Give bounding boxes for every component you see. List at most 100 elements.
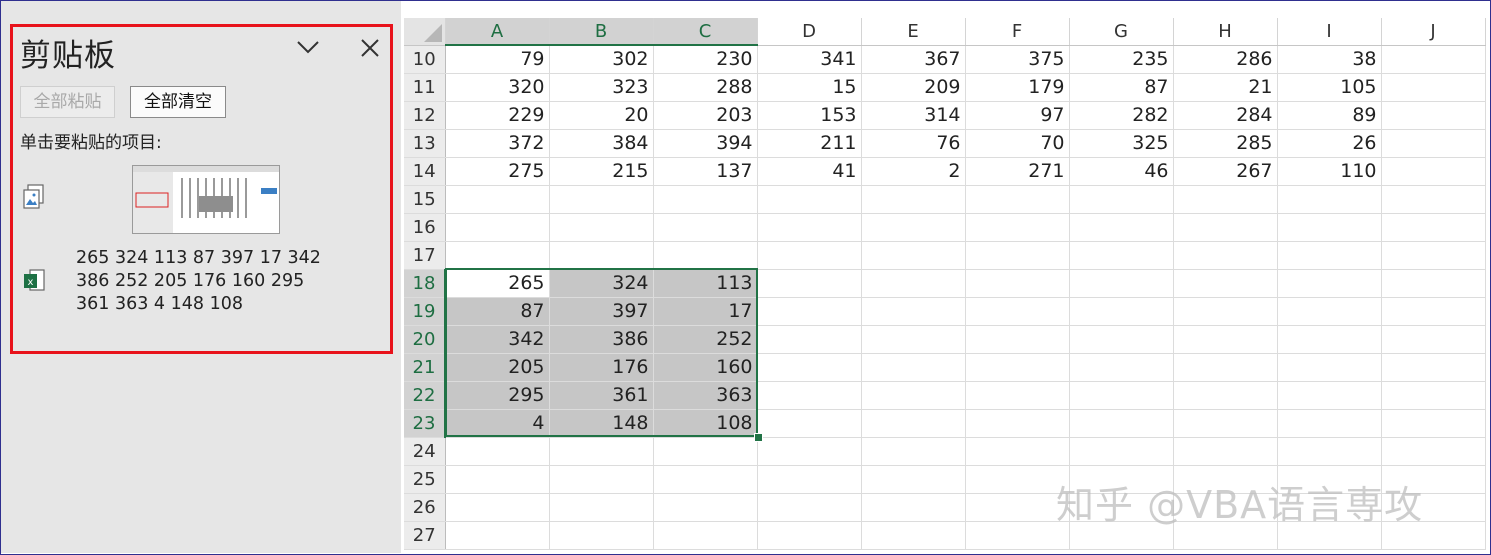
clip-text-item[interactable]: 265 324 113 87 397 17 342 386 252 205 17… xyxy=(76,247,376,316)
cell[interactable] xyxy=(1277,241,1382,270)
row-header[interactable]: 10 xyxy=(404,45,446,74)
row-header[interactable]: 20 xyxy=(404,325,446,354)
cell[interactable]: 252 xyxy=(653,325,758,354)
cell[interactable] xyxy=(653,213,758,242)
cell[interactable] xyxy=(1381,437,1486,466)
cell[interactable]: 295 xyxy=(445,381,550,410)
cell[interactable]: 38 xyxy=(1277,45,1382,74)
column-header[interactable]: H xyxy=(1173,18,1278,46)
cell[interactable] xyxy=(445,185,550,214)
cell[interactable] xyxy=(965,269,1070,298)
cell[interactable] xyxy=(1381,297,1486,326)
column-header[interactable]: D xyxy=(757,18,862,46)
cell[interactable]: 153 xyxy=(757,101,862,130)
cell[interactable] xyxy=(965,409,1070,438)
cell[interactable]: 87 xyxy=(445,297,550,326)
cell[interactable] xyxy=(549,241,654,270)
cell[interactable]: 105 xyxy=(1277,73,1382,102)
cell[interactable]: 41 xyxy=(757,157,862,186)
row-header[interactable]: 14 xyxy=(404,157,446,186)
cell[interactable] xyxy=(1381,353,1486,382)
cell[interactable] xyxy=(861,381,966,410)
cell[interactable]: 230 xyxy=(653,45,758,74)
cell[interactable]: 286 xyxy=(1173,45,1278,74)
cell[interactable]: 179 xyxy=(965,73,1070,102)
fill-handle[interactable] xyxy=(754,433,763,442)
cell[interactable] xyxy=(757,241,862,270)
cell[interactable]: 384 xyxy=(549,129,654,158)
row-header[interactable]: 27 xyxy=(404,521,446,550)
cell[interactable] xyxy=(965,213,1070,242)
cell[interactable]: 20 xyxy=(549,101,654,130)
cell[interactable] xyxy=(445,437,550,466)
column-header[interactable]: J xyxy=(1381,18,1486,46)
cell[interactable] xyxy=(1381,381,1486,410)
row-header[interactable]: 22 xyxy=(404,381,446,410)
cell[interactable]: 87 xyxy=(1069,73,1174,102)
cell[interactable]: 70 xyxy=(965,129,1070,158)
cell[interactable]: 324 xyxy=(549,269,654,298)
cell[interactable] xyxy=(1069,213,1174,242)
cell[interactable]: 89 xyxy=(1277,101,1382,130)
cell[interactable] xyxy=(549,185,654,214)
cell[interactable] xyxy=(653,465,758,494)
cell[interactable]: 386 xyxy=(549,325,654,354)
cell[interactable] xyxy=(1381,241,1486,270)
cell[interactable] xyxy=(549,521,654,550)
cell[interactable]: 367 xyxy=(861,45,966,74)
row-header[interactable]: 17 xyxy=(404,241,446,270)
row-header[interactable]: 18 xyxy=(404,269,446,298)
column-header[interactable]: E xyxy=(861,18,966,46)
clip-thumbnail[interactable] xyxy=(132,165,280,234)
cell[interactable]: 76 xyxy=(861,129,966,158)
cell[interactable] xyxy=(1277,409,1382,438)
cell[interactable] xyxy=(653,437,758,466)
column-header[interactable]: A xyxy=(445,18,550,46)
cell[interactable]: 284 xyxy=(1173,101,1278,130)
cell[interactable] xyxy=(861,465,966,494)
cell[interactable] xyxy=(1069,269,1174,298)
cell[interactable] xyxy=(861,241,966,270)
select-all-corner[interactable] xyxy=(404,18,446,46)
cell[interactable] xyxy=(1381,213,1486,242)
cell[interactable]: 113 xyxy=(653,269,758,298)
cell[interactable]: 209 xyxy=(861,73,966,102)
cell[interactable]: 137 xyxy=(653,157,758,186)
clear-all-button[interactable]: 全部清空 xyxy=(130,86,226,118)
cell[interactable] xyxy=(653,493,758,522)
cell[interactable] xyxy=(965,185,1070,214)
cell[interactable]: 394 xyxy=(653,129,758,158)
cell[interactable] xyxy=(1277,297,1382,326)
paste-all-button[interactable]: 全部粘贴 xyxy=(20,86,115,118)
cell[interactable] xyxy=(965,381,1070,410)
cell[interactable] xyxy=(1173,297,1278,326)
row-header[interactable]: 26 xyxy=(404,493,446,522)
cell[interactable] xyxy=(861,493,966,522)
cell[interactable] xyxy=(549,493,654,522)
cell[interactable]: 302 xyxy=(549,45,654,74)
cell[interactable] xyxy=(445,465,550,494)
cell[interactable] xyxy=(1173,437,1278,466)
cell[interactable] xyxy=(1173,241,1278,270)
cell[interactable] xyxy=(757,493,862,522)
cell[interactable] xyxy=(1069,381,1174,410)
cell[interactable]: 26 xyxy=(1277,129,1382,158)
cell[interactable] xyxy=(1069,241,1174,270)
cell[interactable]: 110 xyxy=(1277,157,1382,186)
cell[interactable]: 46 xyxy=(1069,157,1174,186)
cell[interactable] xyxy=(757,521,862,550)
cell[interactable] xyxy=(861,269,966,298)
cell[interactable] xyxy=(653,241,758,270)
cell[interactable]: 79 xyxy=(445,45,550,74)
row-header[interactable]: 23 xyxy=(404,409,446,438)
cell[interactable] xyxy=(653,521,758,550)
row-header[interactable]: 15 xyxy=(404,185,446,214)
cell[interactable] xyxy=(1381,45,1486,74)
cell[interactable] xyxy=(1173,409,1278,438)
cell[interactable] xyxy=(757,353,862,382)
cell[interactable]: 342 xyxy=(445,325,550,354)
cell[interactable]: 341 xyxy=(757,45,862,74)
cell[interactable] xyxy=(757,185,862,214)
cell[interactable]: 205 xyxy=(445,353,550,382)
cell[interactable] xyxy=(861,297,966,326)
